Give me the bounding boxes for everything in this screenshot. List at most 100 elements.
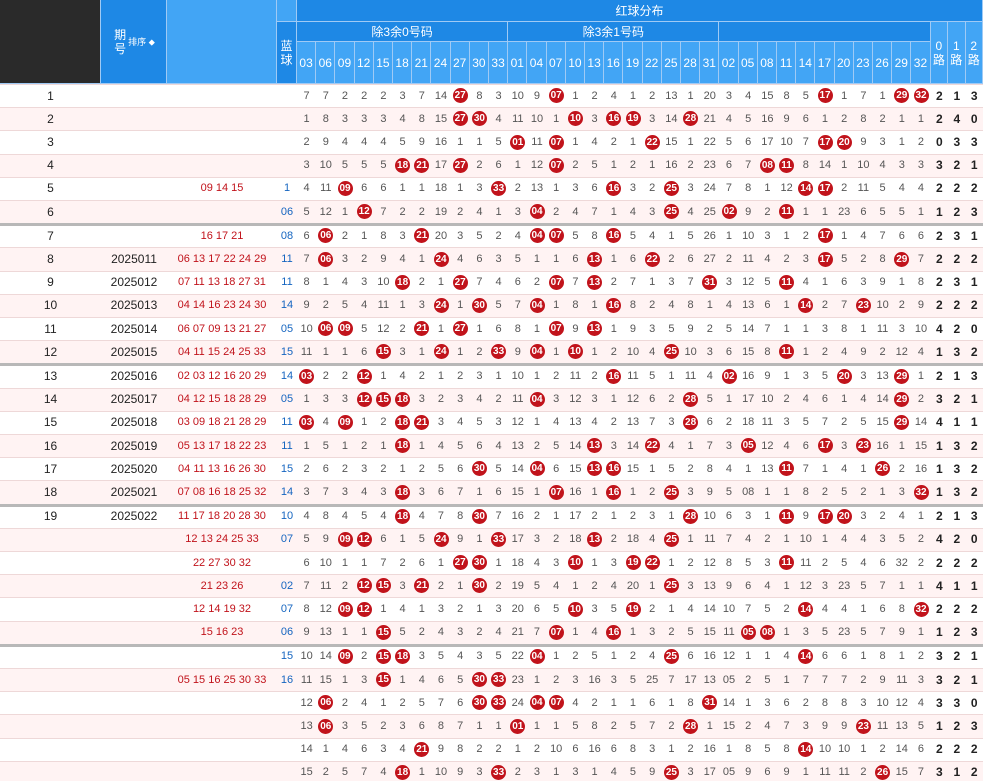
omit-count: 7	[572, 276, 579, 289]
omit-count: 1	[533, 719, 541, 732]
red-numbers	[167, 130, 277, 153]
period-number: 2025015	[110, 344, 158, 359]
omit-count: 2	[860, 485, 867, 498]
omit-count: 4	[629, 205, 637, 218]
omit-count: 3	[879, 533, 886, 546]
period-number: 2025020	[110, 461, 158, 476]
omit-count: 2	[495, 579, 502, 592]
omit-count: 19	[434, 205, 448, 218]
omit-count: 6	[533, 602, 541, 615]
omit-count: 11	[320, 579, 332, 592]
omit-count: 5	[725, 135, 733, 148]
hit-ball: 30	[471, 695, 487, 711]
omit-count: 4	[399, 369, 406, 382]
hit-ball: 18	[395, 484, 411, 500]
hit-ball: 31	[702, 274, 718, 290]
omit-count: 3	[898, 485, 905, 498]
omit-count: 18	[434, 182, 448, 195]
omit-count: 17	[703, 766, 716, 779]
route-count: 4	[935, 532, 943, 547]
omit-count: 6	[841, 650, 848, 663]
red-numbers: 07 11 13 18 27 31	[178, 276, 266, 289]
omit-count: 14	[876, 393, 889, 406]
omit-count: 1	[553, 719, 560, 732]
omit-count: 4	[303, 510, 310, 523]
blue-number	[277, 551, 297, 574]
omit-count: 1	[533, 416, 541, 429]
omit-count: 9	[687, 322, 694, 335]
omit-count: 3	[917, 673, 925, 686]
omit-count: 17	[569, 510, 582, 523]
route-count: 2	[935, 742, 943, 757]
row-index: 14	[43, 392, 58, 407]
hit-ball: 10	[567, 344, 583, 360]
period-number: 2025018	[110, 415, 158, 430]
omit-count: 8	[917, 276, 925, 289]
hit-ball: 15	[375, 578, 391, 594]
omit-count: 3	[322, 393, 329, 406]
omit-count: 1	[418, 602, 425, 615]
omit-count: 16	[703, 650, 716, 663]
omit-count: 1	[783, 369, 790, 382]
omit-count: 7	[591, 205, 598, 218]
omit-count: 2	[476, 159, 483, 172]
route-count: 1	[935, 461, 943, 476]
omit-count: 4	[533, 556, 541, 569]
omit-count: 5	[879, 205, 886, 218]
omit-count: 5	[706, 393, 713, 406]
omit-count: 11	[876, 322, 889, 335]
omit-count: 8	[745, 182, 752, 195]
hit-ball: 11	[779, 461, 795, 477]
row-index	[0, 551, 101, 574]
omit-count: 7	[745, 159, 752, 172]
omit-count: 2	[687, 159, 694, 172]
row-index: 17	[43, 461, 58, 476]
red-numbers: 04 12 15 18 28 29	[177, 393, 267, 406]
omit-count: 5	[361, 159, 368, 172]
omit-count: 23	[703, 159, 716, 172]
hit-ball: 10	[567, 601, 583, 617]
omit-count: 6	[879, 556, 886, 569]
hit-ball: 07	[548, 228, 564, 244]
sort-button[interactable]: 排序 ⬥	[128, 35, 155, 49]
omit-count: 5	[495, 462, 502, 475]
omit-count: 1	[725, 393, 733, 406]
row-index: 11	[44, 321, 57, 336]
omit-count: 1	[322, 276, 329, 289]
route-count: 2	[953, 532, 961, 547]
number-column-header: 12	[354, 42, 374, 84]
hit-ball: 03	[299, 368, 315, 384]
omit-count: 8	[418, 112, 425, 125]
omit-count: 8	[802, 159, 809, 172]
omit-count: 6	[610, 743, 617, 756]
omit-count: 3	[610, 439, 617, 452]
omit-count: 3	[841, 439, 848, 452]
omit-count: 1	[898, 439, 905, 452]
omit-count: 2	[841, 112, 848, 125]
omit-count: 4	[322, 416, 329, 429]
omit-count: 4	[725, 462, 733, 475]
hit-ball: 13	[587, 531, 603, 547]
period-header[interactable]: 期号 排序 ⬥	[101, 0, 167, 84]
hit-ball: 09	[337, 414, 353, 430]
omit-count: 14	[569, 439, 582, 452]
number-column-header: 32	[911, 42, 931, 84]
omit-count: 5	[495, 135, 502, 148]
hit-ball: 21	[414, 157, 430, 173]
omit-count: 3	[725, 89, 733, 102]
omit-count: 1	[629, 485, 637, 498]
omit-count: 08	[742, 485, 755, 498]
hit-ball: 04	[529, 204, 545, 220]
omit-count: 2	[860, 673, 867, 686]
omit-count: 2	[361, 439, 368, 452]
hit-ball: 16	[606, 368, 622, 384]
omit-count: 13	[530, 182, 544, 195]
omit-count: 2	[341, 579, 349, 592]
route-count: 1	[935, 718, 943, 733]
omit-count: 3	[476, 766, 483, 779]
omit-count: 4	[303, 182, 310, 195]
red-numbers	[167, 738, 277, 761]
omit-count: 14	[300, 743, 313, 756]
omit-count: 1	[610, 205, 617, 218]
period-number	[101, 130, 167, 153]
